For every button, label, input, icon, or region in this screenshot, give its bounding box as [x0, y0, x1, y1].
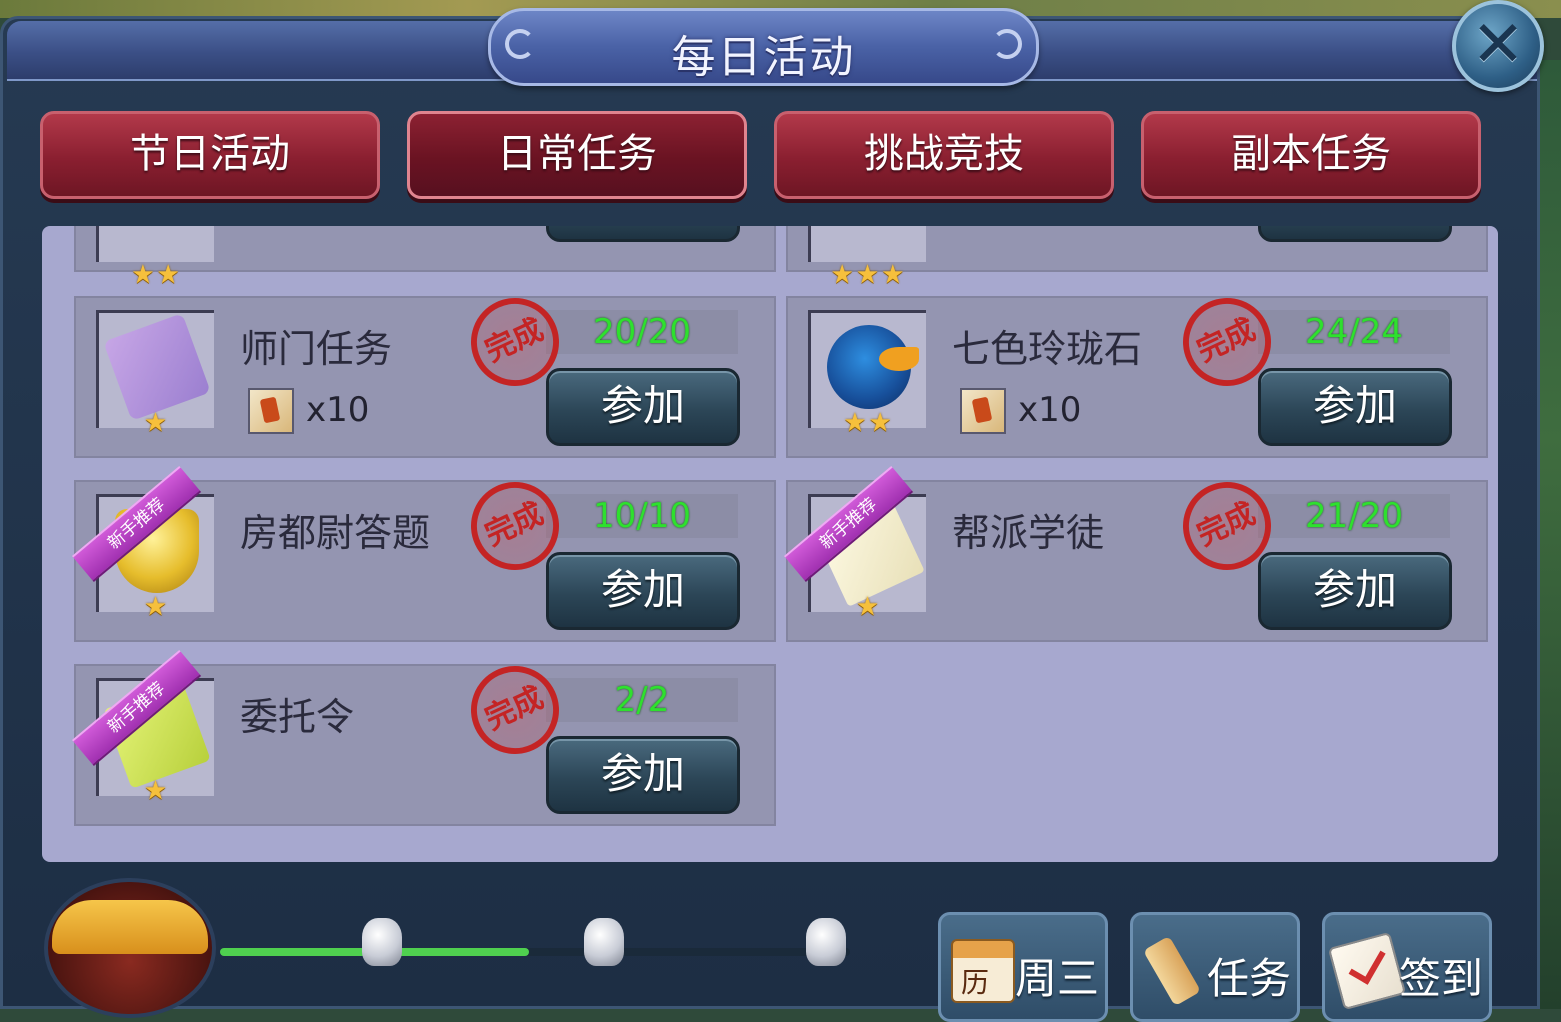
quest-button[interactable]: 任务 — [1130, 912, 1300, 1022]
activity-card-quiz: ★ 新手推荐 房都尉答题 10/10 完成 参加 — [72, 466, 776, 642]
progress-count: 20/20 — [546, 310, 738, 354]
reward-quantity: x10 — [306, 390, 370, 430]
activity-name: 房都尉答题 — [240, 511, 431, 555]
star-rating: ★★ — [131, 260, 182, 290]
join-button[interactable]: 参加 — [546, 736, 740, 814]
quest-label: 任务 — [1206, 954, 1291, 1003]
checkin-label: 签到 — [1398, 954, 1483, 1003]
activity-card-shimen: ★ 师门任务 x10 20/20 完成 参加 — [74, 283, 776, 458]
checkin-button[interactable]: 签到 — [1322, 912, 1492, 1022]
join-button[interactable]: 参加 — [546, 368, 740, 446]
activity-icon-frame: ★★★ — [808, 226, 926, 290]
join-button[interactable] — [546, 226, 740, 242]
activity-name: 师门任务 — [240, 327, 393, 371]
join-button[interactable]: 参加 — [546, 552, 740, 630]
progress-count: 21/20 — [1258, 494, 1450, 538]
title-plate: 每日活动 — [488, 8, 1039, 86]
bird-icon — [827, 325, 919, 409]
reward-quantity: x10 — [1018, 390, 1082, 430]
activity-card-qise: ★★ 七色玲珑石 x10 24/24 完成 参加 — [786, 283, 1488, 458]
list-item: ★★ — [74, 226, 776, 290]
close-button[interactable]: ✕ — [1452, 0, 1544, 92]
activity-card-apprentice: ★ 新手推荐 帮派学徒 21/20 完成 参加 — [784, 466, 1488, 642]
activity-icon-frame: ★ — [96, 310, 214, 438]
scroll-icon — [103, 313, 211, 421]
tab-festival[interactable]: 节日活动 — [40, 111, 380, 199]
star-rating: ★★★ — [830, 260, 907, 290]
bell-icon — [584, 918, 624, 966]
calendar-button[interactable]: 历 周三 — [938, 912, 1108, 1022]
star-rating: ★★ — [843, 408, 894, 438]
reward-bell-icon[interactable] — [580, 912, 628, 972]
reward-item-icon[interactable] — [960, 388, 1006, 434]
activity-progress-track — [220, 948, 850, 956]
pavilion-roof — [52, 900, 208, 954]
join-button[interactable]: 参加 — [1258, 552, 1452, 630]
activity-icon-frame: ★★ — [96, 226, 214, 290]
calendar-label: 周三 — [1014, 954, 1099, 1003]
activity-icon-frame: ★★ — [808, 310, 926, 438]
progress-count: 2/2 — [546, 678, 738, 722]
scroll-icon — [1143, 935, 1201, 1007]
activity-chest-icon[interactable] — [44, 878, 216, 1018]
progress-count: 24/24 — [1258, 310, 1450, 354]
window-title: 每日活动 — [671, 32, 856, 83]
tab-dungeon[interactable]: 副本任务 — [1141, 111, 1481, 199]
star-rating: ★ — [143, 592, 170, 622]
bell-icon — [362, 918, 402, 966]
join-button[interactable]: 参加 — [1258, 368, 1452, 446]
activity-list[interactable]: ★★ ★★★ ★ 师门任务 x10 20/20 完成 参加 ★★ 七色玲珑石 x… — [42, 226, 1498, 862]
progress-count: 10/10 — [546, 494, 738, 538]
tab-daily[interactable]: 日常任务 — [407, 111, 747, 199]
calendar-icon-text: 历 — [961, 966, 990, 999]
activity-name: 委托令 — [240, 695, 355, 739]
star-rating: ★ — [855, 592, 882, 622]
list-item: ★★★ — [786, 226, 1488, 290]
reward-item-icon[interactable] — [248, 388, 294, 434]
activity-name: 七色玲珑石 — [952, 327, 1143, 371]
join-button[interactable] — [1258, 226, 1452, 242]
activity-card-commission: ★ 新手推荐 委托令 2/2 完成 参加 — [72, 650, 776, 826]
checkin-icon — [1327, 931, 1407, 1011]
calendar-icon: 历 — [951, 939, 1015, 1003]
activity-name: 帮派学徒 — [952, 511, 1105, 555]
reward-bell-icon[interactable] — [358, 912, 406, 972]
reward-bell-icon[interactable] — [802, 912, 850, 972]
bell-icon — [806, 918, 846, 966]
star-rating: ★ — [143, 776, 170, 806]
close-icon: ✕ — [1471, 8, 1525, 82]
tab-challenge[interactable]: 挑战竞技 — [774, 111, 1114, 199]
star-rating: ★ — [143, 408, 170, 438]
